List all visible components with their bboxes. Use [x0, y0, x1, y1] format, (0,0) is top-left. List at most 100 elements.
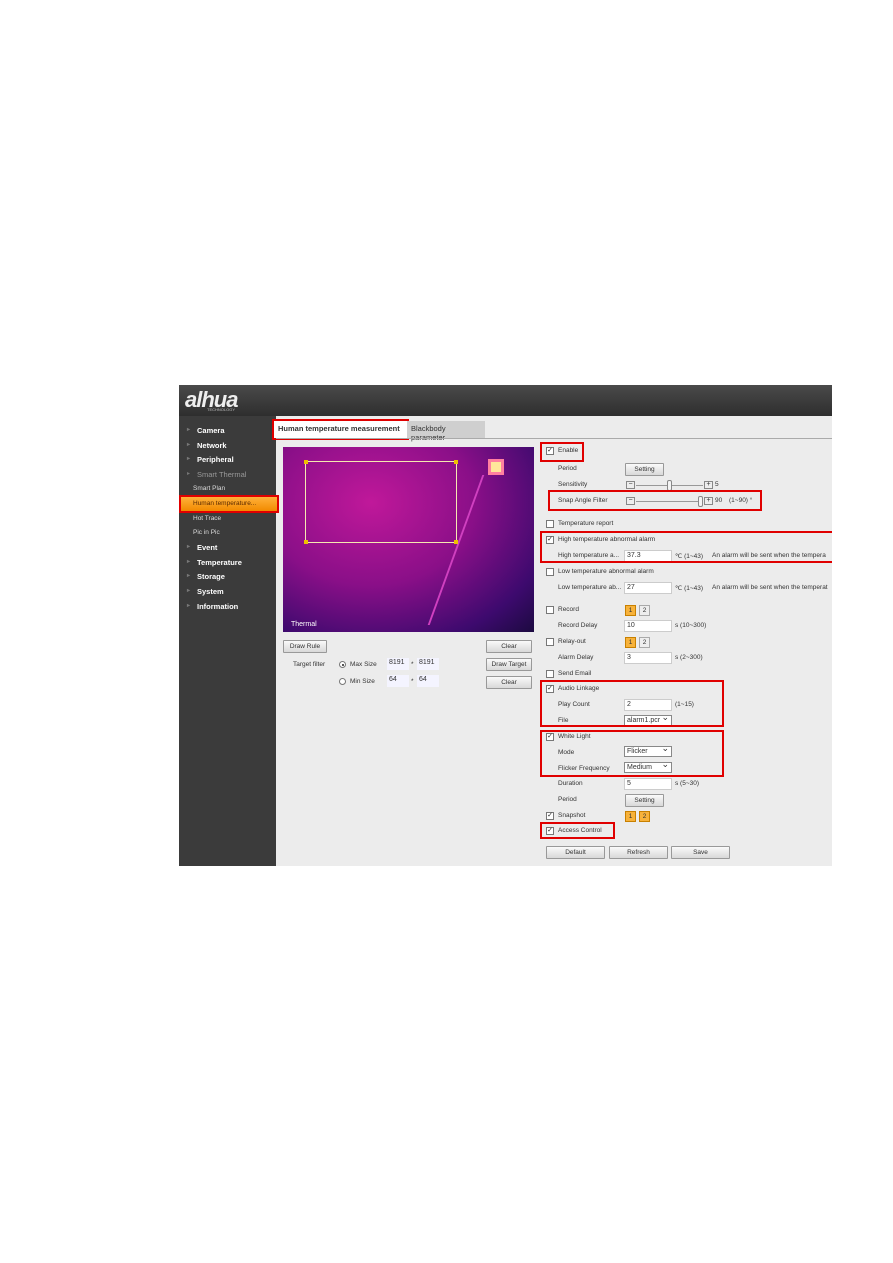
high-alarm-label: High temperature abnormal alarm	[558, 536, 656, 543]
sidebar-item-hot-trace[interactable]: Hot Trace	[193, 515, 221, 522]
sidebar-item-storage[interactable]: Storage	[187, 572, 225, 581]
sidebar-item-camera[interactable]: Camera	[187, 426, 224, 435]
period-label: Period	[558, 465, 577, 472]
decrease-icon[interactable]: −	[626, 497, 635, 505]
sidebar-item-network[interactable]: Network	[187, 441, 226, 450]
record-label: Record	[558, 606, 579, 613]
low-threshold-note: An alarm will be sent when the temperat	[712, 584, 828, 591]
blackbody-marker	[488, 459, 504, 475]
slider-thumb[interactable]	[667, 480, 672, 491]
header-bar: alhua TECHNOLOGY	[179, 385, 832, 416]
snap-angle-range: (1~90) °	[729, 497, 753, 504]
record-checkbox[interactable]	[546, 606, 554, 614]
sidebar-item-human-temperature[interactable]: Human temperature...	[179, 495, 279, 513]
clear-rule-button[interactable]: Clear	[486, 640, 532, 653]
period-setting-button[interactable]: Setting	[625, 463, 664, 476]
record-delay-label: Record Delay	[558, 622, 598, 629]
record-delay-input[interactable]: 10	[624, 620, 672, 632]
increase-icon[interactable]: +	[704, 497, 713, 505]
alarm-delay-range: s (2~300)	[675, 654, 703, 661]
clear-target-button[interactable]: Clear	[486, 676, 532, 689]
thermal-video[interactable]: Thermal	[283, 447, 563, 632]
save-button[interactable]: Save	[671, 846, 730, 859]
high-threshold-range: ℃ (1~43)	[675, 553, 704, 560]
enable-checkbox[interactable]: ✓	[546, 447, 554, 455]
period-setting-button-2[interactable]: Setting	[625, 794, 664, 807]
logo-subtitle: TECHNOLOGY	[207, 407, 236, 412]
send-email-checkbox[interactable]	[546, 670, 554, 678]
min-size-label: Min Size	[350, 678, 375, 685]
tab-human-temperature[interactable]: Human temperature measurement	[272, 419, 409, 440]
record-channel-1[interactable]: 1	[625, 605, 636, 616]
sidebar-item-peripheral[interactable]: Peripheral	[187, 455, 234, 464]
flicker-frequency-label: Flicker Frequency	[558, 765, 610, 772]
white-light-label: White Light	[558, 733, 591, 740]
max-width-input[interactable]: 8191	[387, 658, 409, 670]
mode-label: Mode	[558, 749, 575, 756]
refresh-button[interactable]: Refresh	[609, 846, 668, 859]
default-button[interactable]: Default	[546, 846, 605, 859]
access-control-checkbox[interactable]: ✓	[546, 827, 554, 835]
flicker-frequency-select[interactable]: Medium	[624, 760, 672, 773]
draw-rule-button[interactable]: Draw Rule	[283, 640, 327, 653]
duration-label: Duration	[558, 780, 583, 787]
roi-handle[interactable]	[304, 540, 308, 544]
sidebar-item-system[interactable]: System	[187, 587, 224, 596]
decrease-icon[interactable]: −	[626, 481, 635, 489]
file-select[interactable]: alarm1.pcr	[624, 713, 672, 726]
max-height-input[interactable]: 8191	[417, 658, 439, 670]
sensitivity-value: 5	[715, 481, 719, 488]
sidebar-item-information[interactable]: Information	[187, 602, 238, 611]
snapshot-checkbox[interactable]: ✓	[546, 812, 554, 820]
roi-handle[interactable]	[454, 460, 458, 464]
play-count-input[interactable]: 2	[624, 699, 672, 711]
relay-out-checkbox[interactable]	[546, 638, 554, 646]
high-threshold-input[interactable]: 37.3	[624, 550, 672, 562]
dahua-web-ui-screenshot: alhua TECHNOLOGY Camera Network Peripher…	[179, 385, 832, 866]
increase-icon[interactable]: +	[704, 481, 713, 489]
relay-channel-2[interactable]: 2	[639, 637, 650, 648]
play-count-label: Play Count	[558, 701, 590, 708]
sidebar-item-event[interactable]: Event	[187, 543, 218, 552]
high-threshold-note: An alarm will be sent when the tempera	[712, 552, 826, 559]
alarm-delay-label: Alarm Delay	[558, 654, 594, 661]
period-label-2: Period	[558, 796, 577, 803]
mode-select[interactable]: Flicker	[624, 744, 672, 757]
low-alarm-checkbox[interactable]	[546, 568, 554, 576]
record-channel-2[interactable]: 2	[639, 605, 650, 616]
slider-thumb[interactable]	[698, 496, 703, 507]
duration-input[interactable]: 5	[624, 778, 672, 790]
snap-angle-slider[interactable]: − +	[626, 496, 713, 507]
roi-handle[interactable]	[304, 460, 308, 464]
access-control-label: Access Control	[558, 827, 602, 834]
sidebar-item-smart-thermal[interactable]: Smart Thermal	[187, 470, 247, 479]
roi-handle[interactable]	[454, 540, 458, 544]
sidebar-item-smart-plan[interactable]: Smart Plan	[193, 485, 225, 492]
sensitivity-slider[interactable]: − +	[626, 480, 713, 491]
relay-channel-1[interactable]: 1	[625, 637, 636, 648]
low-threshold-range: ℃ (1~43)	[675, 585, 704, 592]
min-width-input[interactable]: 64	[387, 675, 409, 687]
send-email-label: Send Email	[558, 670, 592, 677]
sidebar-item-temperature[interactable]: Temperature	[187, 558, 242, 567]
high-alarm-checkbox[interactable]: ✓	[546, 536, 554, 544]
min-height-input[interactable]: 64	[417, 675, 439, 687]
low-threshold-input[interactable]: 27	[624, 582, 672, 594]
white-light-checkbox[interactable]: ✓	[546, 733, 554, 741]
audio-linkage-checkbox[interactable]: ✓	[546, 685, 554, 693]
thermal-label: Thermal	[291, 621, 317, 628]
min-size-radio[interactable]	[339, 678, 346, 685]
snapshot-label: Snapshot	[558, 812, 586, 819]
snapshot-channel-1[interactable]: 1	[625, 811, 636, 822]
sensitivity-label: Sensitivity	[558, 481, 588, 488]
alarm-delay-input[interactable]: 3	[624, 652, 672, 664]
temperature-report-checkbox[interactable]	[546, 520, 554, 528]
low-alarm-label: Low temperature abnormal alarm	[558, 568, 654, 575]
sidebar-item-pic-in-pic[interactable]: Pic in Pic	[193, 529, 220, 536]
tab-blackbody-parameter[interactable]: Blackbody parameter	[407, 421, 485, 442]
snapshot-channel-2[interactable]: 2	[639, 811, 650, 822]
max-size-radio[interactable]	[339, 661, 346, 668]
detection-region[interactable]	[304, 460, 458, 544]
play-count-range: (1~15)	[675, 701, 694, 708]
draw-target-button[interactable]: Draw Target	[486, 658, 532, 671]
